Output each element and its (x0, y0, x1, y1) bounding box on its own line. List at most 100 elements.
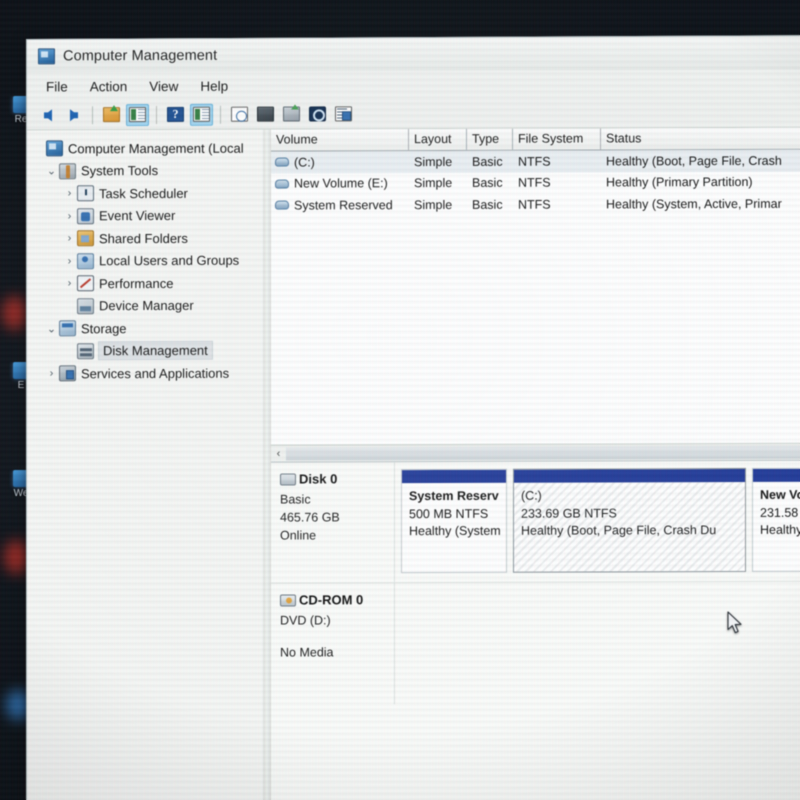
status-cell: Healthy (System, Active, Primar (606, 196, 782, 212)
tree-expander[interactable]: › (62, 278, 77, 290)
tree-item-device-manager[interactable]: Device Manager (31, 294, 263, 317)
search-button[interactable] (306, 103, 329, 125)
show-hide-action-pane-button[interactable] (190, 103, 213, 126)
computer-management-icon (46, 140, 63, 157)
disk-size: 465.76 GB (280, 510, 340, 525)
cdrom-info-panel[interactable]: CD-ROM 0 DVD (D:) No Media (271, 583, 395, 705)
partition-status: Healthy (System (409, 523, 501, 539)
layout-cell: Simple (414, 197, 453, 212)
scrollbar-track[interactable] (286, 445, 800, 461)
tree-expander[interactable]: › (62, 210, 77, 222)
tree-expander[interactable]: › (62, 233, 77, 245)
clock-icon (77, 185, 94, 202)
column-header-volume[interactable]: Volume (271, 129, 409, 151)
partition-size: 233.69 GB NTFS (521, 505, 617, 521)
partition-color-bar (753, 468, 800, 482)
volume-list: Volume Layout Type File System Status (C… (271, 127, 800, 462)
column-header-status[interactable]: Status (601, 128, 800, 150)
magnifier-icon (309, 106, 326, 122)
tree-expander[interactable]: › (62, 255, 77, 267)
menu-view[interactable]: View (139, 75, 188, 96)
cdrom-status: No Media (280, 645, 334, 660)
volume-cell: System Reserved (271, 198, 409, 212)
partition-system-reserved[interactable]: System Reserv 500 MB NTFS Healthy (Syste… (401, 468, 507, 574)
refresh-button[interactable] (228, 103, 251, 125)
column-header-type[interactable]: Type (467, 128, 513, 150)
partition-c-drive[interactable]: (C:) 233.69 GB NTFS Healthy (Boot, Page … (513, 467, 746, 573)
disk-management-icon (77, 342, 94, 360)
tree-expander[interactable]: ⌄ (44, 165, 59, 178)
tree-item-local-users-and-groups[interactable]: › Local Users and Groups (31, 249, 263, 272)
tree-item-task-scheduler[interactable]: › Task Scheduler (31, 182, 263, 205)
properties-button[interactable] (254, 103, 277, 125)
performance-icon (77, 275, 94, 292)
toolbar-separator (220, 105, 221, 124)
partition-size: 500 MB NTFS (409, 506, 489, 521)
tree-expander[interactable]: › (44, 368, 59, 380)
status-cell: Healthy (Boot, Page File, Crash (606, 153, 782, 169)
menu-help[interactable]: Help (190, 75, 238, 96)
users-icon (77, 252, 94, 270)
tree-item-storage[interactable]: ⌄ Storage (31, 317, 263, 340)
disk-icon (280, 473, 296, 486)
volume-icon (275, 157, 289, 167)
pane-splitter[interactable] (263, 129, 271, 800)
file-system-cell: NTFS (518, 197, 551, 212)
disk-type: Basic (280, 492, 311, 507)
up-one-level-button[interactable] (100, 104, 123, 126)
tree-item-label: Event Viewer (99, 208, 176, 224)
partition-new-volume[interactable]: New Vo 231.58 G Healthy (752, 467, 800, 572)
horizontal-scrollbar[interactable]: ‹ (271, 442, 800, 462)
tree-item-label: Local Users and Groups (99, 252, 240, 269)
tree-item-label: System Tools (81, 163, 159, 179)
tree-item-performance[interactable]: › Performance (31, 272, 263, 295)
report-icon (335, 106, 352, 122)
window-titlebar[interactable]: Computer Management (27, 36, 800, 73)
column-header-layout[interactable]: Layout (409, 128, 467, 151)
tree-item-system-tools[interactable]: ⌄ System Tools (31, 159, 263, 182)
table-row[interactable]: System Reserved Simple Basic NTFS Health… (271, 193, 800, 216)
report-button[interactable] (332, 103, 355, 125)
tree-item-disk-management[interactable]: Disk Management (31, 339, 263, 362)
disk-name: Disk 0 (299, 471, 338, 487)
partition-size: 231.58 G (760, 505, 800, 520)
help-button[interactable]: ? (164, 103, 187, 125)
forward-button[interactable] (62, 104, 85, 126)
menu-file[interactable]: File (36, 76, 78, 97)
file-system-cell: NTFS (518, 175, 551, 190)
column-header-file-system[interactable]: File System (513, 128, 601, 150)
partition-strip: System Reserv 500 MB NTFS Healthy (Syste… (395, 461, 800, 582)
tree-item-event-viewer[interactable]: › Event Viewer (31, 204, 263, 227)
tree-expander[interactable]: › (62, 188, 77, 200)
back-button[interactable] (36, 104, 59, 126)
scroll-left-arrow-icon[interactable]: ‹ (271, 448, 286, 460)
export-list-button[interactable] (280, 103, 303, 125)
toolbar-separator (92, 105, 93, 124)
type-cell: Basic (472, 176, 503, 191)
partition-label: (C:) (521, 488, 542, 503)
tree-item-label: Task Scheduler (99, 185, 188, 201)
table-row[interactable]: New Volume (E:) Simple Basic NTFS Health… (271, 171, 800, 194)
volume-name: System Reserved (294, 197, 393, 213)
arrow-left-icon (43, 108, 52, 121)
folder-up-icon (103, 107, 120, 123)
window-body: Computer Management (Local ⌄ System Tool… (27, 127, 800, 800)
table-row[interactable]: (C:) Simple Basic NTFS Healthy (Boot, Pa… (271, 149, 800, 174)
disk-info-panel[interactable]: Disk 0 Basic 465.76 GB Online (271, 462, 395, 583)
volume-icon (275, 179, 289, 189)
action-pane-icon (193, 106, 210, 122)
layout-cell: Simple (414, 154, 453, 169)
graphical-disk-view: Disk 0 Basic 465.76 GB Online System Res… (271, 459, 800, 800)
tree-item-services-and-applications[interactable]: › Services and Applications (31, 362, 263, 385)
console-tree: Computer Management (Local ⌄ System Tool… (27, 129, 263, 800)
disk-row-disk0: Disk 0 Basic 465.76 GB Online System Res… (271, 460, 800, 584)
cdrom-partition-strip (395, 582, 800, 704)
tree-expander[interactable]: ⌄ (44, 322, 59, 335)
file-system-cell: NTFS (518, 154, 551, 169)
show-hide-console-tree-button[interactable] (126, 103, 149, 126)
menu-action[interactable]: Action (80, 76, 138, 97)
tree-item-computer-management[interactable]: Computer Management (Local (31, 137, 263, 160)
tree-item-shared-folders[interactable]: › Shared Folders (31, 227, 263, 250)
volume-icon (275, 200, 289, 210)
partition-label: System Reserv (409, 488, 499, 504)
